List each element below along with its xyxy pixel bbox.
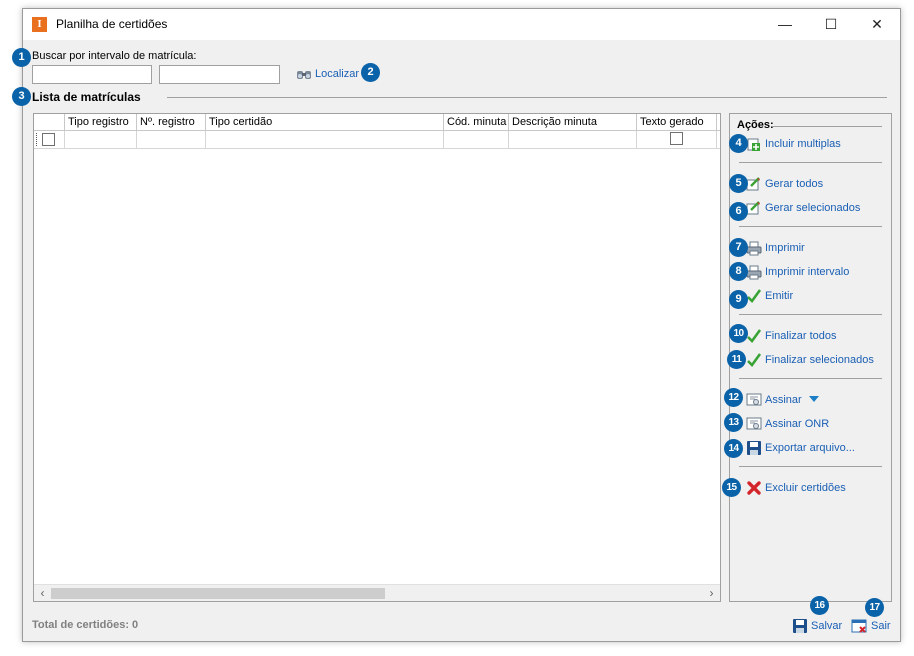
cell-tipo-registro[interactable] — [65, 131, 137, 149]
action-label: Exportar arquivo... — [765, 442, 855, 454]
actions-divider — [739, 466, 882, 467]
cell-tipo-certidao[interactable] — [206, 131, 444, 149]
dropdown-arrow-icon[interactable] — [809, 396, 819, 402]
callout-badge-9: 9 — [729, 290, 748, 309]
app-icon: I — [32, 17, 47, 32]
section-title-lista: Lista de matrículas — [32, 90, 141, 104]
callout-badge-15: 15 — [722, 478, 741, 497]
sair-label: Sair — [871, 620, 891, 632]
action-label: Finalizar selecionados — [765, 354, 874, 366]
column-header-n-registro[interactable]: Nº. registro — [137, 114, 206, 131]
window-title: Planilha de certidões — [56, 17, 168, 31]
row-select-checkbox[interactable] — [42, 133, 55, 146]
action-label: Excluir certidões — [765, 482, 846, 494]
column-header-tipo-certidao[interactable]: Tipo certidão — [206, 114, 444, 131]
actions-panel: Ações: Incluir multiplas Gerar todos Ger… — [729, 113, 892, 602]
callout-badge-3: 3 — [12, 87, 31, 106]
main-window: I Planilha de certidões — ☐ ✕ Buscar por… — [22, 8, 901, 642]
callout-badge-13: 13 — [724, 413, 743, 432]
callout-badge-5: 5 — [729, 174, 748, 193]
generate-selected-icon — [746, 200, 762, 216]
matricula-from-input[interactable] — [32, 65, 152, 84]
action-label: Assinar ONR — [765, 418, 830, 430]
generate-icon — [746, 176, 762, 192]
column-header-tipo-registro[interactable]: Tipo registro — [65, 114, 137, 131]
exit-window-icon — [851, 618, 868, 634]
certificate-icon — [746, 416, 762, 432]
cell-cod-minuta[interactable] — [444, 131, 509, 149]
certificate-icon — [746, 392, 762, 408]
checkmark-icon — [746, 352, 762, 368]
grid-header: Tipo registro Nº. registro Tipo certidão… — [34, 114, 720, 131]
title-bar: I Planilha de certidões — ☐ ✕ — [23, 9, 900, 40]
table-row[interactable] — [34, 131, 720, 149]
column-header-cod-minuta[interactable]: Cód. minuta — [444, 114, 509, 131]
callout-badge-14: 14 — [724, 439, 743, 458]
checkmark-icon — [746, 328, 762, 344]
action-label: Emitir — [765, 290, 794, 302]
action-label: Finalizar todos — [765, 330, 837, 342]
callout-badge-6: 6 — [729, 202, 748, 221]
maximize-button[interactable]: ☐ — [808, 9, 854, 40]
texto-gerado-checkbox[interactable] — [670, 132, 683, 145]
callout-badge-17: 17 — [865, 598, 884, 617]
minimize-button[interactable]: — — [762, 9, 808, 40]
scroll-left-icon[interactable]: ‹ — [34, 585, 51, 602]
cell-texto-gerado[interactable] — [637, 131, 717, 149]
callout-badge-2: 2 — [361, 63, 380, 82]
callout-badge-4: 4 — [729, 134, 748, 153]
callout-badge-16: 16 — [810, 596, 829, 615]
callout-badge-12: 12 — [724, 388, 743, 407]
cell-descricao-minuta[interactable] — [509, 131, 637, 149]
printer-icon — [746, 240, 762, 256]
scroll-right-icon[interactable]: › — [703, 585, 720, 602]
print-range-icon — [746, 264, 762, 280]
close-button[interactable]: ✕ — [854, 9, 900, 40]
status-total-certidoes: Total de certidões: 0 — [32, 619, 139, 631]
floppy-disk-icon — [746, 440, 762, 456]
action-label: Imprimir intervalo — [765, 266, 850, 278]
action-label: Incluir multiplas — [765, 138, 841, 150]
horizontal-scrollbar[interactable]: ‹ › — [34, 584, 720, 601]
scrollbar-thumb[interactable] — [51, 588, 385, 599]
actions-title: Ações: — [737, 119, 774, 131]
add-multiple-icon — [746, 136, 762, 152]
row-selector-cell[interactable] — [34, 131, 65, 149]
actions-divider — [739, 378, 882, 379]
column-header-descricao-minuta[interactable]: Descrição minuta — [509, 114, 637, 131]
localizar-label: Localizar — [315, 68, 360, 80]
checkmark-icon — [746, 288, 762, 304]
column-header-overflow — [717, 114, 722, 131]
column-header-texto-gerado[interactable]: Texto gerado — [637, 114, 717, 131]
callout-badge-10: 10 — [729, 324, 748, 343]
actions-divider — [739, 162, 882, 163]
cell-n-registro[interactable] — [137, 131, 206, 149]
action-label: Gerar selecionados — [765, 202, 861, 214]
action-label: Gerar todos — [765, 178, 824, 190]
red-x-icon — [746, 480, 762, 496]
binoculars-icon — [296, 67, 312, 81]
row-indicator-header — [34, 114, 65, 131]
actions-divider — [739, 226, 882, 227]
action-label: Assinar — [765, 394, 802, 406]
matriculas-grid[interactable]: Tipo registro Nº. registro Tipo certidão… — [33, 113, 721, 602]
callout-badge-8: 8 — [729, 262, 748, 281]
salvar-label: Salvar — [811, 620, 843, 632]
search-range-label: Buscar por intervalo de matrícula: — [32, 50, 197, 62]
floppy-disk-icon — [792, 618, 808, 634]
section-divider — [167, 97, 887, 98]
actions-title-divider — [772, 126, 882, 127]
actions-divider — [739, 314, 882, 315]
action-label: Imprimir — [765, 242, 805, 254]
matricula-to-input[interactable] — [159, 65, 280, 84]
callout-badge-7: 7 — [729, 238, 748, 257]
callout-badge-11: 11 — [727, 350, 746, 369]
row-focus-marker — [36, 133, 40, 146]
callout-badge-1: 1 — [12, 48, 31, 67]
